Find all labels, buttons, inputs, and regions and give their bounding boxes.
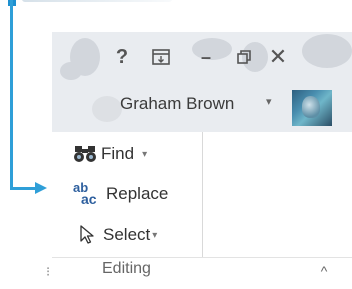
minimize-button[interactable]: – <box>194 45 218 69</box>
callout-line-horizontal <box>10 187 36 190</box>
close-button[interactable]: ✕ <box>266 44 290 69</box>
help-icon: ? <box>115 45 129 68</box>
user-avatar[interactable] <box>292 90 332 126</box>
window-title-bar: ? – ✕ Graham Brown ▾ <box>52 32 352 132</box>
close-icon: ✕ <box>268 44 288 69</box>
collapse-ribbon-button[interactable]: ^ <box>315 262 333 280</box>
replace-icon-bottom: ac <box>81 191 97 207</box>
binoculars-icon <box>73 144 97 164</box>
caption-strip <box>0 0 352 14</box>
account-dropdown-icon[interactable]: ▾ <box>266 95 272 108</box>
replace-icon: ab ac <box>73 180 103 207</box>
account-name[interactable]: Graham Brown <box>120 94 234 114</box>
replace-button[interactable]: ab ac Replace <box>73 180 169 207</box>
select-label: Select <box>103 225 151 244</box>
find-dropdown-icon[interactable]: ▾ <box>142 149 147 160</box>
restore-icon <box>237 50 251 64</box>
callout-arrow-icon <box>35 182 47 194</box>
ribbon-display-options-button[interactable] <box>149 45 173 69</box>
avatar-image <box>302 96 320 118</box>
chevron-up-icon: ^ <box>320 263 328 279</box>
find-label: Find <box>101 144 135 163</box>
select-dropdown-icon[interactable]: ▾ <box>152 230 157 241</box>
editing-group-label: Editing <box>102 260 151 277</box>
caption-fade <box>22 0 172 2</box>
group-launcher-icon[interactable]: ⁝ <box>46 264 50 280</box>
help-button[interactable]: ? <box>110 45 134 69</box>
background-pattern <box>302 34 352 68</box>
replace-label: Replace <box>106 184 169 203</box>
callout-line-vertical <box>10 0 13 190</box>
select-button[interactable]: Select ▾ <box>79 222 157 248</box>
background-pattern <box>92 96 122 122</box>
group-footer-divider <box>52 257 352 258</box>
cursor-arrow-icon <box>79 224 99 246</box>
ribbon-display-icon <box>152 49 170 65</box>
background-pattern <box>60 62 82 80</box>
group-separator <box>202 132 203 257</box>
restore-button[interactable] <box>232 45 256 69</box>
find-button[interactable]: Find ▾ <box>73 141 147 167</box>
minimize-icon: – <box>200 46 211 67</box>
